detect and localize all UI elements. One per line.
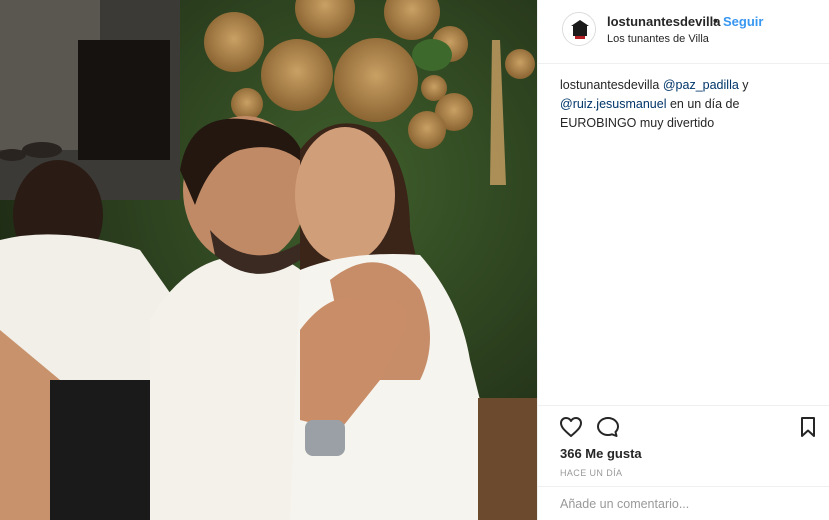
comment-input[interactable]	[560, 497, 810, 511]
comment-icon[interactable]	[596, 416, 620, 443]
post-caption: lostunantesdevilla @paz_padilla y @ruiz.…	[560, 76, 816, 133]
mention-link[interactable]: @ruiz.jesusmanuel	[560, 97, 666, 111]
header-separator: •	[713, 13, 718, 28]
post-header: lostunantesdevilla • Seguir Los tunantes…	[538, 0, 829, 64]
heart-icon[interactable]	[559, 416, 583, 443]
post-timestamp[interactable]: HACE UN DÍA	[560, 468, 622, 478]
post-sidebar: lostunantesdevilla • Seguir Los tunantes…	[537, 0, 829, 520]
follow-button[interactable]: Seguir	[723, 14, 763, 29]
post-actions: 366 Me gusta HACE UN DÍA	[538, 405, 829, 520]
post-location[interactable]: Los tunantes de Villa	[607, 33, 709, 45]
caption-connector: y	[738, 78, 749, 92]
avatar-logo-icon	[563, 13, 595, 45]
likes-count[interactable]: 366 Me gusta	[560, 446, 642, 461]
post-photo-illustration	[0, 0, 537, 520]
profile-avatar[interactable]	[562, 12, 596, 46]
post-username[interactable]: lostunantesdevilla	[607, 14, 720, 29]
caption-username[interactable]: lostunantesdevilla	[560, 78, 659, 92]
comment-form	[538, 486, 829, 520]
bookmark-icon[interactable]	[799, 416, 817, 443]
mention-link[interactable]: @paz_padilla	[663, 78, 739, 92]
post-photo[interactable]	[0, 0, 537, 520]
